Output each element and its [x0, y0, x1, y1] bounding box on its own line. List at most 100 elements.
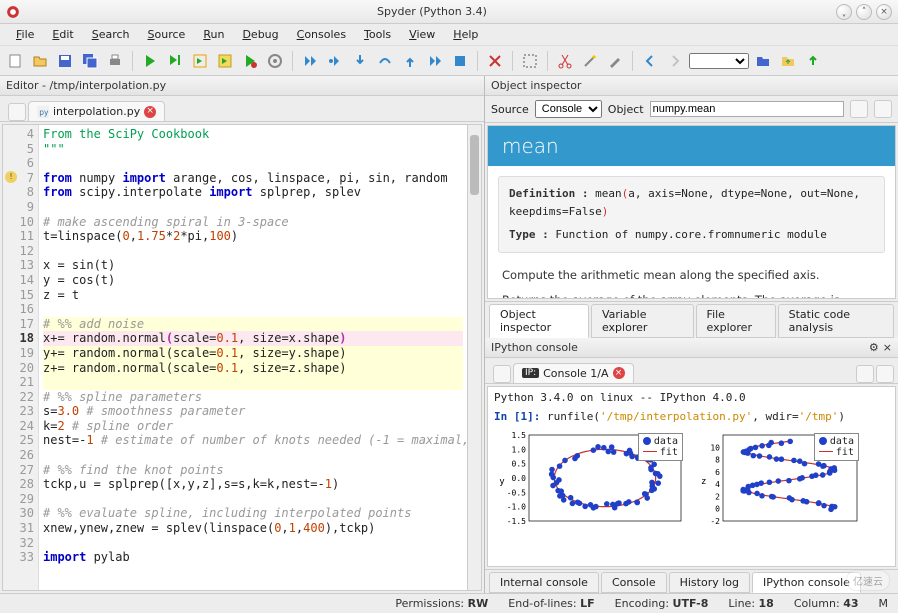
new-file-button[interactable] — [4, 50, 26, 72]
tab-internal-console[interactable]: Internal console — [489, 572, 599, 593]
console-options-icon[interactable]: ⚙ — [869, 341, 879, 354]
ipython-console[interactable]: Python 3.4.0 on linux -- IPython 4.0.0 I… — [487, 386, 896, 568]
statusbar: Permissions: RW End-of-lines: LF Encodin… — [0, 593, 898, 613]
app-icon — [6, 5, 20, 19]
close-icon[interactable]: × — [613, 367, 625, 379]
zoom-to-window-button[interactable] — [519, 50, 541, 72]
tab-ipython-console[interactable]: IPython console — [752, 572, 861, 593]
svg-text:0: 0 — [715, 504, 720, 513]
print-button[interactable] — [104, 50, 126, 72]
menu-run[interactable]: Run — [195, 26, 232, 43]
debug-step-into-button[interactable] — [349, 50, 371, 72]
console-browse-tabs-button[interactable] — [493, 365, 511, 383]
console-tab-label: Console 1/A — [543, 367, 608, 380]
debug-file-button[interactable] — [239, 50, 261, 72]
editor-scrollbar[interactable] — [467, 125, 481, 590]
svg-text:8: 8 — [715, 455, 720, 464]
cut-button[interactable] — [554, 50, 576, 72]
svg-text:1.5: 1.5 — [512, 431, 527, 440]
doc-view: mean Definition : mean(a, axis=None, dty… — [487, 125, 896, 299]
run-selection-button[interactable] — [214, 50, 236, 72]
source-label: Source — [491, 103, 529, 116]
console-banner: Python 3.4.0 on linux -- IPython 4.0.0 — [494, 391, 889, 404]
svg-text:4: 4 — [715, 480, 720, 489]
dir-up-button[interactable] — [802, 50, 824, 72]
run-cell-advance-button[interactable] — [189, 50, 211, 72]
console-pane-tabs: Internal consoleConsoleHistory logIPytho… — [485, 569, 898, 593]
object-lock-button[interactable] — [850, 100, 868, 118]
debug-stop-button[interactable] — [449, 50, 471, 72]
svg-text:1.0: 1.0 — [512, 445, 527, 454]
menu-debug[interactable]: Debug — [234, 26, 286, 43]
console-close-icon[interactable]: × — [883, 341, 892, 354]
menu-view[interactable]: View — [401, 26, 443, 43]
console-prompt: In [1]: — [494, 410, 540, 423]
svg-text:-1.0: -1.0 — [507, 502, 526, 511]
debug-step-over-button[interactable] — [374, 50, 396, 72]
editor-browse-tabs-button[interactable] — [8, 103, 26, 121]
run-cell-button[interactable] — [164, 50, 186, 72]
tab-variable-explorer[interactable]: Variable explorer — [591, 304, 694, 338]
preferences-button[interactable] — [604, 50, 626, 72]
source-select[interactable]: Console — [535, 100, 602, 118]
menu-consoles[interactable]: Consoles — [289, 26, 354, 43]
python-file-icon: py — [37, 106, 49, 118]
ipython-icon: IP: — [522, 368, 539, 378]
svg-text:py: py — [39, 108, 49, 117]
menubar: FileEditSearchSourceRunDebugConsolesTool… — [0, 24, 898, 46]
nav-back-button[interactable] — [639, 50, 661, 72]
debug-step-out-button[interactable] — [399, 50, 421, 72]
tab-console[interactable]: Console — [601, 572, 667, 593]
menu-tools[interactable]: Tools — [356, 26, 399, 43]
menu-source[interactable]: Source — [140, 26, 194, 43]
console-menu-button[interactable] — [876, 365, 894, 383]
browse-dir-button[interactable] — [752, 50, 774, 72]
svg-text:-2: -2 — [710, 517, 720, 526]
console-interrupt-button[interactable] — [856, 365, 874, 383]
chart-legend: data fit — [638, 433, 683, 461]
doc-body: Compute the arithmetic mean along the sp… — [488, 263, 895, 299]
tool-cleanup-button[interactable] — [484, 50, 506, 72]
tab-object-inspector[interactable]: Object inspector — [489, 304, 589, 338]
run-config-button[interactable] — [264, 50, 286, 72]
svg-text:-1.5: -1.5 — [507, 517, 526, 526]
code-area[interactable]: From the SciPy Cookbook""" from numpy im… — [39, 125, 467, 590]
close-button[interactable]: × — [876, 4, 892, 20]
debug-run-button[interactable] — [299, 50, 321, 72]
debug-continue-button[interactable] — [424, 50, 446, 72]
minimize-button[interactable]: ˬ — [836, 4, 852, 20]
chart-xy: -1.5-1.0-0.50.00.51.01.5y data fit — [494, 429, 689, 539]
nav-forward-button[interactable] — [664, 50, 686, 72]
save-all-button[interactable] — [79, 50, 101, 72]
save-button[interactable] — [54, 50, 76, 72]
menu-file[interactable]: File — [8, 26, 42, 43]
tab-file-explorer[interactable]: File explorer — [696, 304, 776, 338]
editor-tab[interactable]: py interpolation.py × — [28, 101, 165, 121]
svg-text:6: 6 — [715, 467, 720, 476]
menu-search[interactable]: Search — [84, 26, 138, 43]
doc-meta: Definition : mean(a, axis=None, dtype=No… — [498, 176, 885, 253]
object-label: Object — [608, 103, 644, 116]
working-dir-select[interactable] — [689, 53, 749, 69]
run-button[interactable] — [139, 50, 161, 72]
tool-wizard-button[interactable] — [579, 50, 601, 72]
parent-dir-button[interactable] — [777, 50, 799, 72]
console-cmd: runfile('/tmp/interpolation.py', wdir='/… — [547, 410, 845, 423]
tab-history-log[interactable]: History log — [669, 572, 750, 593]
svg-text:-0.5: -0.5 — [507, 488, 526, 497]
open-file-button[interactable] — [29, 50, 51, 72]
tab-static-code-analysis[interactable]: Static code analysis — [778, 304, 894, 338]
inspector-toolbar: Source Console Object — [485, 96, 898, 123]
inspector-options-button[interactable] — [874, 100, 892, 118]
close-icon[interactable]: × — [144, 106, 156, 118]
code-editor[interactable]: 456!789101112131415161718192021222324252… — [2, 124, 482, 591]
svg-text:0.0: 0.0 — [512, 474, 527, 483]
debug-step-button[interactable] — [324, 50, 346, 72]
menu-help[interactable]: Help — [445, 26, 486, 43]
maximize-button[interactable]: ˄ — [856, 4, 872, 20]
chart-legend: data fit — [814, 433, 859, 461]
object-input[interactable] — [650, 101, 844, 117]
menu-edit[interactable]: Edit — [44, 26, 81, 43]
window-title: Spyder (Python 3.4) — [28, 5, 836, 18]
console-tab[interactable]: IP: Console 1/A × — [513, 363, 634, 383]
